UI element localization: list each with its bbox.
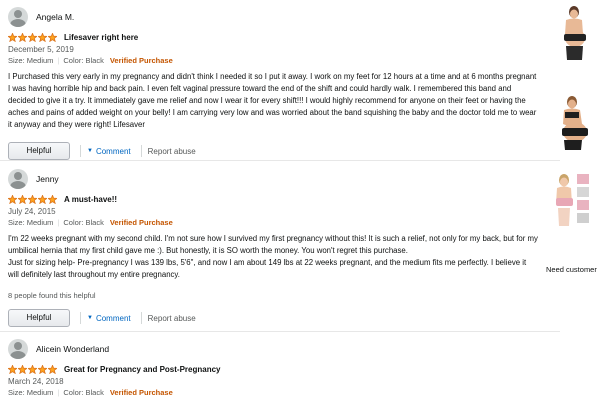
- verified-purchase-badge: Verified Purchase: [109, 218, 173, 227]
- star-icon: [8, 365, 17, 374]
- reviewer-name[interactable]: Alicein Wonderland: [36, 344, 109, 354]
- star-rating[interactable]: [8, 195, 58, 204]
- review-title[interactable]: A must-have!!: [64, 195, 117, 204]
- star-icon: [18, 195, 27, 204]
- reviewer-profile[interactable]: Jenny: [8, 168, 538, 190]
- star-icon: [8, 33, 17, 42]
- avatar: [8, 7, 28, 27]
- reviewer-name[interactable]: Angela M.: [36, 12, 74, 22]
- comment-link[interactable]: ▼ Comment: [87, 314, 131, 323]
- comment-label: Comment: [95, 313, 131, 323]
- need-customer-text: Need customer: [546, 265, 597, 274]
- variant-size: Size: Medium: [8, 218, 54, 227]
- star-icon: [48, 33, 57, 42]
- review-card: Angela M. Lifesaver right here December …: [8, 6, 538, 161]
- helpful-button[interactable]: Helpful: [8, 309, 70, 327]
- verified-purchase-badge: Verified Purchase: [109, 56, 173, 65]
- variant-color: Color: Black: [63, 218, 104, 227]
- review-body: I'm 22 weeks pregnant with my second chi…: [8, 233, 538, 281]
- review-date: December 5, 2019: [8, 45, 74, 54]
- star-icon: [8, 195, 17, 204]
- divider: [80, 145, 81, 157]
- star-icon: [48, 195, 57, 204]
- star-icon: [38, 33, 47, 42]
- review-card: Alicein Wonderland Great for Pregnancy a…: [8, 338, 538, 398]
- product-thumbnail[interactable]: [552, 170, 592, 228]
- variant-color: Color: Black: [63, 388, 104, 397]
- variant-size: Size: Medium: [8, 388, 54, 397]
- product-thumbnail[interactable]: [552, 4, 592, 62]
- star-icon: [28, 365, 37, 374]
- reviewer-name[interactable]: Jenny: [36, 174, 59, 184]
- product-thumbnail[interactable]: [552, 92, 592, 150]
- reviewer-profile[interactable]: Alicein Wonderland: [8, 338, 538, 360]
- helpful-button[interactable]: Helpful: [8, 142, 70, 160]
- report-abuse-link[interactable]: Report abuse: [148, 147, 196, 156]
- star-icon: [18, 365, 27, 374]
- review-body: I Purchased this very early in my pregna…: [8, 71, 538, 131]
- review-paragraph: I Purchased this very early in my pregna…: [8, 72, 537, 129]
- review-date: July 24, 2015: [8, 207, 56, 216]
- divider: [140, 145, 142, 157]
- star-rating[interactable]: [8, 365, 58, 374]
- star-icon: [38, 195, 47, 204]
- review-variant[interactable]: Size: Medium | Color: Black Verified Purcha…: [8, 55, 538, 66]
- avatar: [8, 339, 28, 359]
- divider: [140, 312, 142, 324]
- review-title[interactable]: Lifesaver right here: [64, 33, 138, 42]
- review-paragraph: I'm 22 weeks pregnant with my second chi…: [8, 234, 538, 255]
- divider: [80, 312, 81, 324]
- star-icon: [38, 365, 47, 374]
- star-rating[interactable]: [8, 33, 58, 42]
- reviewer-profile[interactable]: Angela M.: [8, 6, 538, 28]
- comment-link[interactable]: ▼ Comment: [87, 147, 131, 156]
- helpful-count: 8 people found this helpful: [8, 291, 96, 300]
- star-icon: [28, 195, 37, 204]
- review-date: March 24, 2018: [8, 377, 64, 386]
- review-variant[interactable]: Size: Medium | Color: Black Verified Purcha…: [8, 217, 538, 228]
- review-variant[interactable]: Size: Medium | Color: Black Verified Purcha…: [8, 387, 538, 398]
- report-abuse-link[interactable]: Report abuse: [148, 314, 196, 323]
- caret-down-icon: ▼: [87, 148, 93, 154]
- variant-color: Color: Black: [63, 56, 104, 65]
- review-card: Jenny A must-have!! July 24, 2015 Size: …: [8, 168, 538, 328]
- star-icon: [18, 33, 27, 42]
- review-title[interactable]: Great for Pregnancy and Post-Pregnancy: [64, 365, 221, 374]
- review-paragraph: Just for sizing help- Pre-pregnancy I wa…: [8, 258, 527, 279]
- star-icon: [28, 33, 37, 42]
- review-divider: [0, 160, 560, 161]
- comment-label: Comment: [95, 146, 131, 156]
- review-divider: [0, 331, 560, 332]
- avatar: [8, 169, 28, 189]
- caret-down-icon: ▼: [87, 315, 93, 321]
- verified-purchase-badge: Verified Purchase: [109, 388, 173, 397]
- variant-size: Size: Medium: [8, 56, 54, 65]
- star-icon: [48, 365, 57, 374]
